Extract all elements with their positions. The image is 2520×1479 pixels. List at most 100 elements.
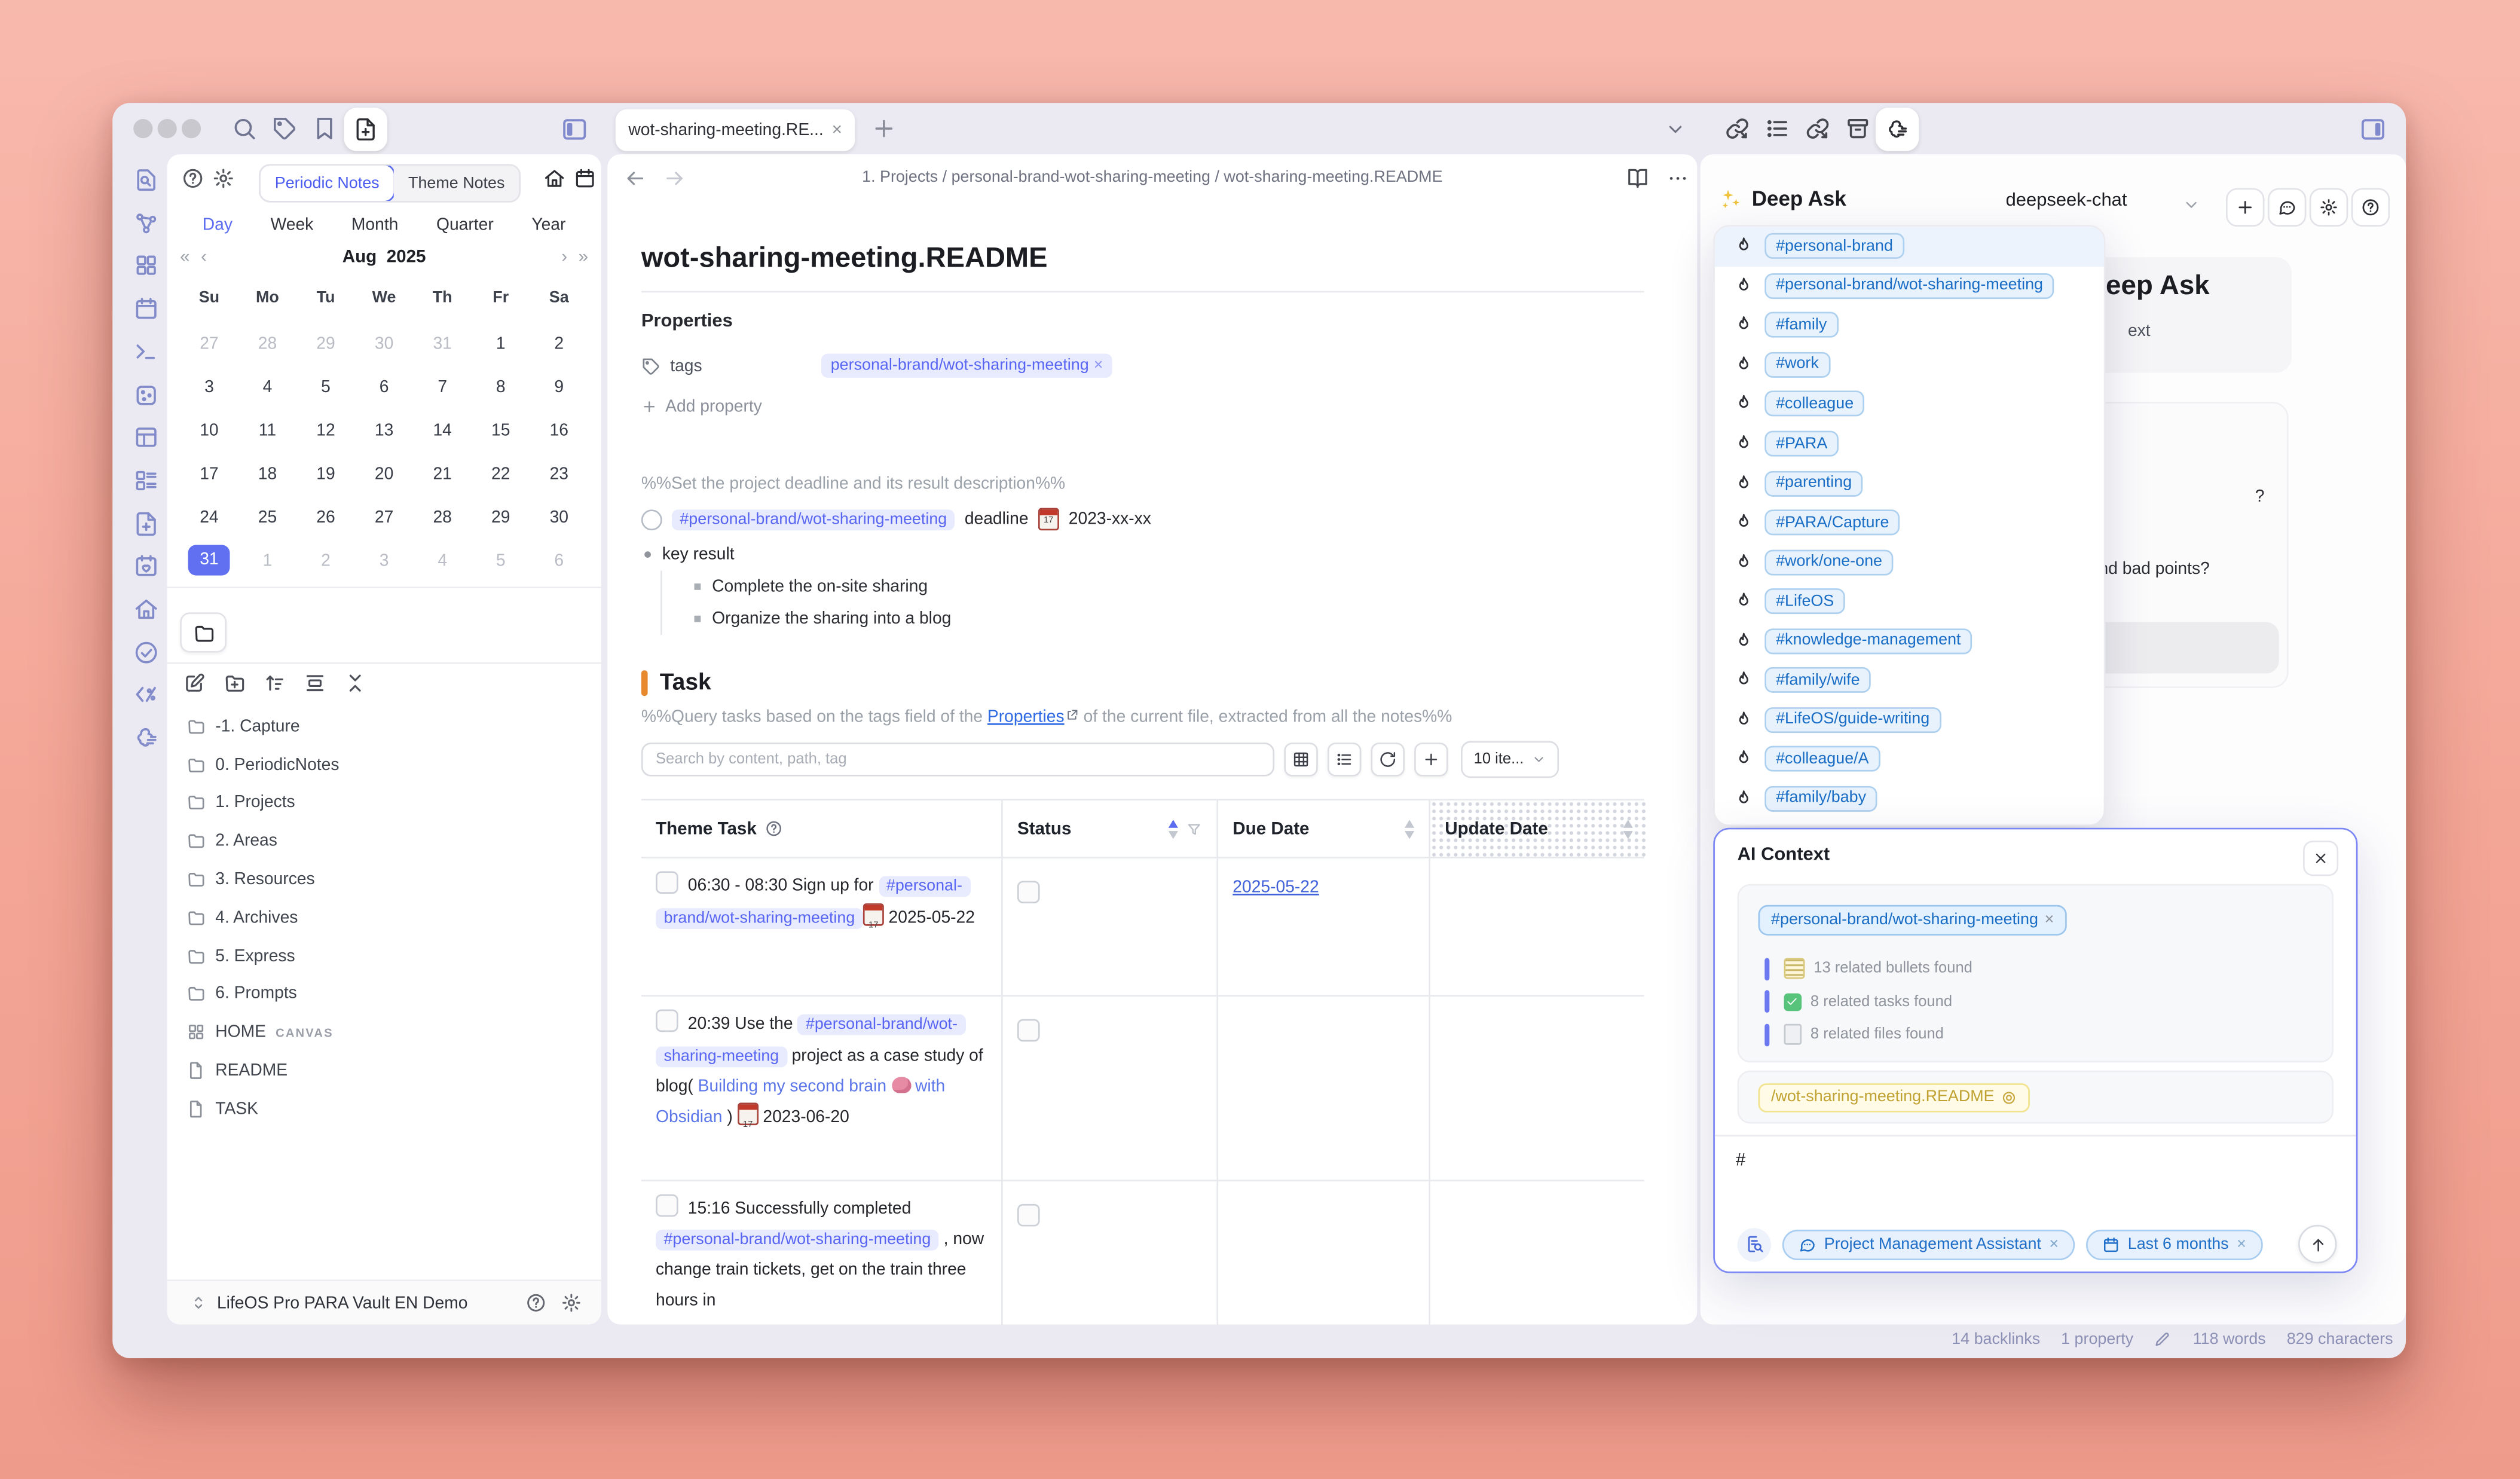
calendar-day[interactable]: 16 bbox=[530, 420, 588, 439]
theme-task-cell[interactable]: 06:30 - 08:30 Sign up for #personal-bran… bbox=[641, 858, 1001, 995]
add-property-button[interactable]: Add property bbox=[641, 397, 1644, 416]
calendar-day[interactable]: 5 bbox=[472, 551, 530, 570]
tag-suggestion-item[interactable]: #personal-brand bbox=[1715, 227, 2104, 266]
note-tag-pill[interactable]: personal-brand/wot-sharing-meeting× bbox=[821, 354, 1113, 378]
deep-ask-help-button[interactable] bbox=[2351, 188, 2390, 227]
calendar-day[interactable]: 4 bbox=[413, 551, 472, 570]
new-note-button[interactable] bbox=[344, 108, 387, 151]
context-file-pill[interactable]: /wot-sharing-meeting.README bbox=[1759, 1083, 2030, 1111]
status-checkbox[interactable] bbox=[1017, 881, 1040, 903]
tag-suggestion-item[interactable]: #knowledge-management bbox=[1715, 621, 2104, 661]
calendar-day[interactable]: 26 bbox=[296, 507, 355, 526]
sort-arrows[interactable] bbox=[1169, 819, 1178, 838]
rail-document-search-icon[interactable] bbox=[133, 167, 159, 193]
rail-calendar-icon[interactable] bbox=[133, 296, 159, 322]
calendar-day[interactable]: 27 bbox=[180, 334, 238, 353]
vault-help-icon[interactable] bbox=[525, 1292, 546, 1313]
calendar-day[interactable]: 3 bbox=[180, 377, 238, 396]
rail-dice-icon[interactable] bbox=[133, 382, 159, 408]
task-checkbox[interactable] bbox=[641, 509, 662, 530]
calendar-day[interactable]: 4 bbox=[238, 377, 297, 396]
context-tag-pill[interactable]: #personal-brand/wot-sharing-meeting× bbox=[1759, 905, 2067, 936]
calendar-icon[interactable] bbox=[574, 167, 597, 190]
calendar-day[interactable]: 21 bbox=[413, 464, 472, 483]
calendar-day[interactable]: 30 bbox=[355, 334, 414, 353]
tag-suggestion-item[interactable]: #work/one-one bbox=[1715, 542, 2104, 582]
view-day[interactable]: Day bbox=[203, 215, 233, 234]
rail-calendar-heart-icon[interactable] bbox=[133, 554, 159, 579]
inline-tag[interactable]: #personal-brand/wot-sharing-meeting bbox=[672, 509, 955, 530]
calendar-day[interactable]: 28 bbox=[413, 507, 472, 526]
file-tree-item[interactable]: -1. Capture bbox=[167, 707, 601, 745]
tab-theme-notes[interactable]: Theme Notes bbox=[394, 166, 519, 201]
forward-icon[interactable] bbox=[663, 167, 686, 190]
calendar-day[interactable]: 3 bbox=[355, 551, 414, 570]
calendar-day[interactable]: 2 bbox=[296, 551, 355, 570]
model-select[interactable]: deepseek-chat bbox=[2006, 191, 2127, 210]
calendar-day[interactable]: 25 bbox=[238, 507, 297, 526]
reading-view-icon[interactable] bbox=[1626, 167, 1649, 190]
context-search-button[interactable] bbox=[1738, 1227, 1771, 1261]
calendar-day[interactable]: 19 bbox=[296, 464, 355, 483]
items-per-page-select[interactable]: 10 ite... bbox=[1461, 741, 1559, 778]
column-header-due-date[interactable]: Due Date bbox=[1216, 800, 1429, 857]
status-checkbox[interactable] bbox=[1017, 1204, 1040, 1227]
calendar-day[interactable]: 13 bbox=[355, 420, 414, 439]
task-checkbox[interactable] bbox=[656, 871, 678, 894]
files-tab-button[interactable] bbox=[180, 612, 227, 652]
tag-suggestion-item[interactable]: #family bbox=[1715, 305, 2104, 345]
tag-suggestion-pill[interactable]: #family/wife bbox=[1764, 668, 1871, 693]
edit-mode-icon[interactable] bbox=[2154, 1331, 2172, 1349]
view-quarter[interactable]: Quarter bbox=[436, 215, 494, 234]
calendar-day[interactable]: 6 bbox=[530, 551, 588, 570]
send-button[interactable] bbox=[2298, 1225, 2337, 1264]
tag-suggestion-pill[interactable]: #work bbox=[1764, 352, 1830, 378]
calendar-day[interactable]: 8 bbox=[472, 377, 530, 396]
remove-assistant-icon[interactable]: × bbox=[2049, 1235, 2059, 1253]
rail-graph-icon[interactable] bbox=[133, 210, 159, 236]
tag-suggestion-pill[interactable]: #work/one-one bbox=[1764, 549, 1894, 575]
filter-icon[interactable] bbox=[1186, 821, 1202, 837]
remove-context-tag-icon[interactable]: × bbox=[2045, 912, 2054, 930]
calendar-day[interactable]: 20 bbox=[355, 464, 414, 483]
calendar-day[interactable]: 9 bbox=[530, 377, 588, 396]
calendar-day[interactable]: 28 bbox=[238, 334, 297, 353]
calendar-day[interactable]: 7 bbox=[413, 377, 472, 396]
task-search-input[interactable] bbox=[641, 742, 1274, 776]
home-icon[interactable] bbox=[543, 167, 566, 190]
calendar-day[interactable]: 1 bbox=[238, 551, 297, 570]
next-year-icon[interactable]: » bbox=[579, 247, 588, 267]
calendar-day[interactable]: 15 bbox=[472, 420, 530, 439]
file-tree-item[interactable]: HOMECANVAS bbox=[167, 1013, 601, 1052]
add-task-button[interactable] bbox=[1414, 742, 1448, 776]
calendar-day[interactable]: 27 bbox=[355, 507, 414, 526]
file-tree-item[interactable]: 2. Areas bbox=[167, 822, 601, 860]
file-tree-item[interactable]: 0. PeriodicNotes bbox=[167, 745, 601, 784]
vault-switcher[interactable]: LifeOS Pro PARA Vault EN Demo bbox=[167, 1279, 601, 1324]
tag-suggestion-item[interactable]: #family/baby bbox=[1715, 779, 2104, 818]
prompt-input[interactable]: # bbox=[1736, 1151, 1745, 1170]
status-checkbox[interactable] bbox=[1017, 1019, 1040, 1042]
model-chevron-icon[interactable] bbox=[2182, 196, 2200, 214]
calendar-help-icon[interactable] bbox=[182, 167, 204, 190]
tag-suggestion-pill[interactable]: #LifeOS/guide-writing bbox=[1764, 707, 1941, 733]
calendar-day[interactable]: 29 bbox=[296, 334, 355, 353]
remove-time-range-icon[interactable]: × bbox=[2237, 1235, 2246, 1253]
file-tree-item[interactable]: 6. Prompts bbox=[167, 975, 601, 1013]
ai-context-close-button[interactable] bbox=[2303, 841, 2338, 876]
calendar-day[interactable]: 18 bbox=[238, 464, 297, 483]
calendar-day[interactable]: 1 bbox=[472, 334, 530, 353]
breadcrumb[interactable]: 1. Projects / personal-brand-wot-sharing… bbox=[736, 169, 1568, 187]
file-tree-item[interactable]: 5. Express bbox=[167, 937, 601, 975]
rail-cards-icon[interactable] bbox=[133, 467, 159, 493]
rail-layout-icon[interactable] bbox=[133, 424, 159, 450]
view-month[interactable]: Month bbox=[351, 215, 398, 234]
calendar-day[interactable]: 22 bbox=[472, 464, 530, 483]
bookmark-icon[interactable] bbox=[312, 116, 338, 142]
vault-settings-icon[interactable] bbox=[561, 1292, 582, 1313]
list-view-button[interactable] bbox=[1328, 742, 1361, 776]
tag-suggestion-item[interactable]: #colleague bbox=[1715, 384, 2104, 424]
tag-suggestion-item[interactable]: #work bbox=[1715, 345, 2104, 384]
calendar-day[interactable]: 17 bbox=[180, 464, 238, 483]
view-week[interactable]: Week bbox=[271, 215, 314, 234]
